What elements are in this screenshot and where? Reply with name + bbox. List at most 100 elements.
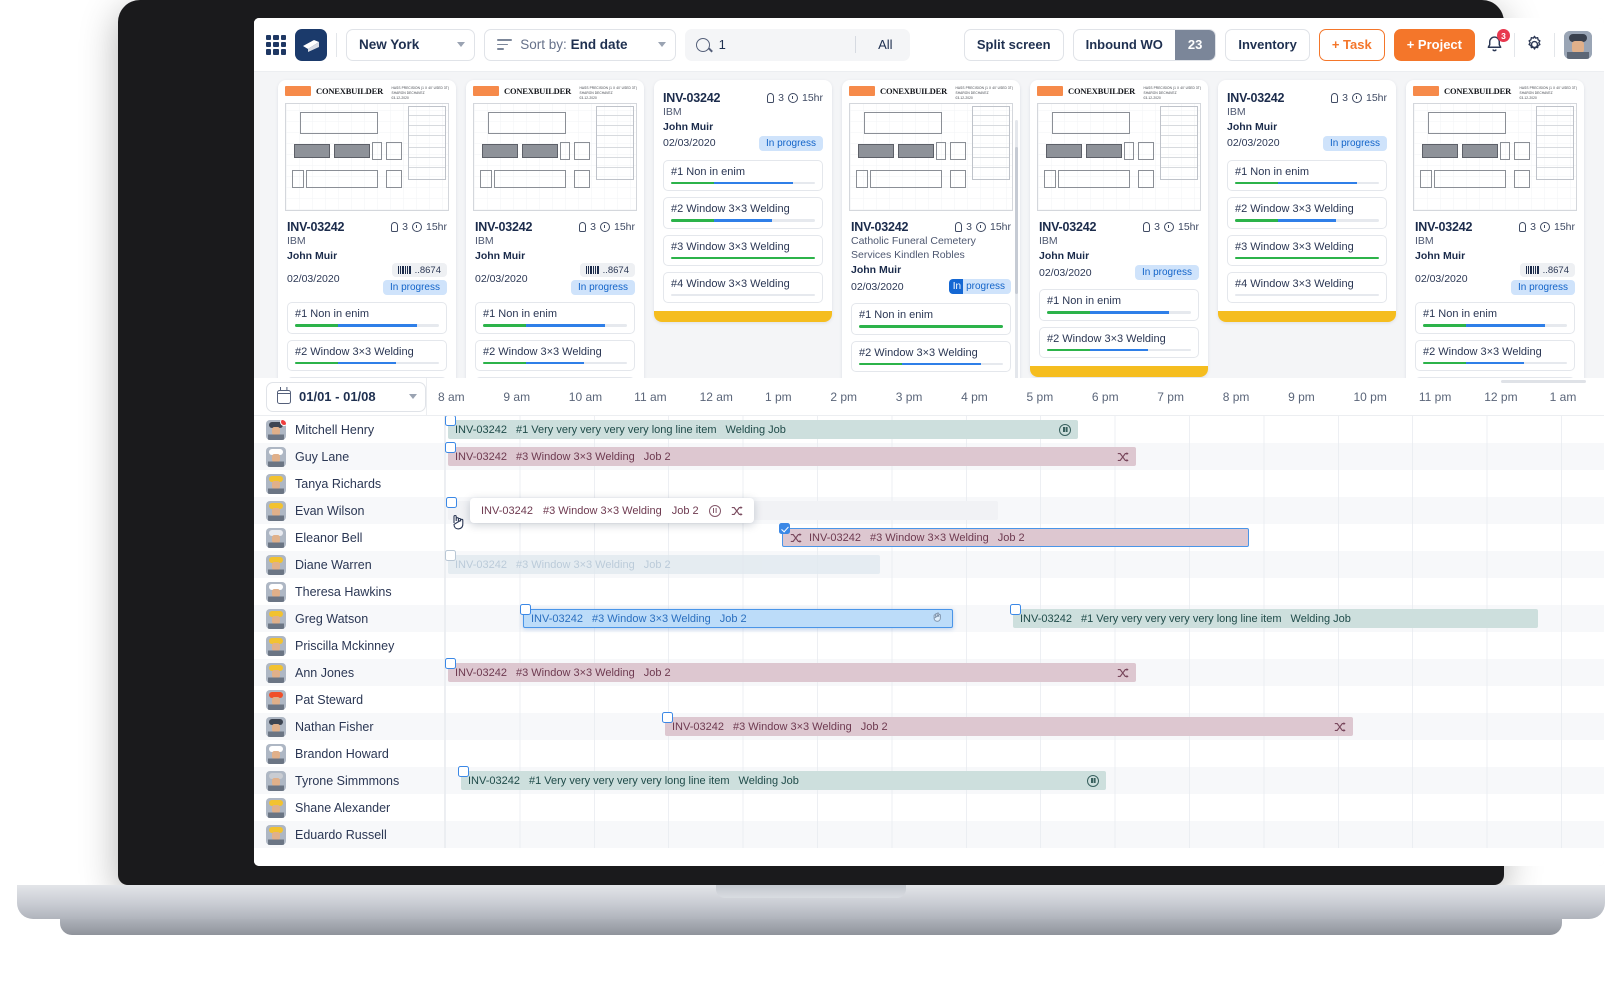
timeline-lane[interactable]	[445, 686, 1604, 713]
timeline-lane[interactable]	[445, 794, 1604, 821]
task-bar[interactable]: INV-03242 #3 Window 3×3 Welding Job 2	[448, 447, 1136, 466]
task-hover-popup[interactable]: INV-03242 #3 Window 3×3 Welding Job 2	[470, 498, 754, 523]
timeline-lane[interactable]	[445, 740, 1604, 767]
grid-apps-icon[interactable]	[266, 34, 286, 55]
operation-item[interactable]: #1 Non in enim	[851, 303, 1011, 335]
operation-item[interactable]: #1 Non in enim	[1039, 289, 1199, 321]
operation-item[interactable]: #1 Non in enim	[287, 302, 447, 334]
card-scrollbar[interactable]	[1015, 120, 1018, 378]
resource-label[interactable]: Priscilla Mckinney	[254, 632, 445, 659]
operation-item[interactable]: #2 Window 3×3 Welding	[663, 197, 823, 229]
task-checkbox[interactable]	[779, 523, 790, 534]
timeline-lane[interactable]: INV-03242 #3 Window 3×3 Welding Job 2	[445, 712, 1604, 740]
date-range-picker[interactable]: 01/01 - 01/08	[266, 381, 426, 412]
resource-label[interactable]: Evan Wilson	[254, 497, 445, 524]
search-box[interactable]: 1 All	[684, 28, 910, 61]
search-input[interactable]: 1	[719, 37, 847, 52]
split-screen-button[interactable]: Split screen	[963, 28, 1064, 61]
resource-label[interactable]: Nathan Fisher	[254, 713, 445, 740]
task-checkbox[interactable]	[458, 766, 469, 777]
barcode-chip[interactable]: ..8674	[1519, 263, 1575, 278]
resource-row[interactable]: Eleanor Bell INV-03242 #3 Window 3×3 Wel…	[254, 523, 1604, 551]
resource-label[interactable]: Eduardo Russell	[254, 821, 445, 848]
resource-label[interactable]: Greg Watson	[254, 605, 445, 632]
resource-row[interactable]: Eduardo Russell	[254, 821, 1604, 848]
project-card[interactable]: CONEXBUILDER HASS PRECISION (1 X 40' USE…	[1030, 80, 1208, 378]
operation-item[interactable]: #4 Window 3×3 Welding	[1227, 272, 1387, 304]
resource-row[interactable]: Ann Jones INV-03242 #3 Window 3×3 Weldin…	[254, 658, 1604, 686]
project-card[interactable]: INV-03242 3 15hr IBM John Muir 02/03/202…	[1218, 80, 1396, 323]
shuffle-icon[interactable]	[1117, 451, 1129, 463]
horizontal-scrollbar[interactable]	[1501, 380, 1586, 383]
gear-icon[interactable]	[1524, 34, 1545, 55]
timeline-lane[interactable]: INV-03242 #1 Very very very very very lo…	[445, 416, 1604, 443]
shuffle-icon[interactable]	[1117, 667, 1129, 679]
resource-row[interactable]: Nathan Fisher INV-03242 #3 Window 3×3 We…	[254, 712, 1604, 740]
operation-item[interactable]: #2 Window 3×3 Welding	[851, 340, 1011, 372]
operation-item[interactable]: #4 Window 3×3 Welding	[663, 272, 823, 304]
resource-row[interactable]: Tyrone Simmmons INV-03242 #1 Very very v…	[254, 766, 1604, 794]
task-bar[interactable]: INV-03242 #3 Window 3×3 Welding Job 2	[448, 663, 1136, 682]
resource-row[interactable]: Guy Lane INV-03242 #3 Window 3×3 Welding…	[254, 442, 1604, 470]
task-checkbox[interactable]	[662, 712, 673, 723]
timeline-lane[interactable]: INV-03242 #3 Window 3×3 Welding Job 2	[445, 442, 1604, 470]
task-bar[interactable]: INV-03242 #3 Window 3×3 Welding Job 2	[523, 609, 953, 628]
task-bar[interactable]: INV-03242 #3 Window 3×3 Welding Job 2	[448, 555, 880, 574]
shuffle-icon[interactable]	[790, 532, 802, 544]
user-avatar[interactable]	[1564, 30, 1592, 59]
operation-item[interactable]: #1 Non in enim	[1227, 159, 1387, 192]
resource-label[interactable]: Tanya Richards	[254, 470, 445, 497]
barcode-chip[interactable]: ..8674	[391, 263, 447, 278]
operation-item[interactable]: #2 Window 3×3 Welding	[1415, 339, 1575, 372]
resource-row[interactable]: Diane Warren INV-03242 #3 Window 3×3 Wel…	[254, 550, 1604, 578]
timeline-lane[interactable]: INV-03242 #3 Window 3×3 Welding Job 2	[445, 523, 1604, 551]
resource-label[interactable]: Eleanor Bell	[254, 524, 445, 551]
project-card-strip[interactable]: CONEXBUILDER HASS PRECISION (1 X 40' USE…	[254, 72, 1604, 378]
add-project-button[interactable]: + Project	[1393, 28, 1475, 61]
pause-icon[interactable]	[1087, 774, 1099, 787]
timeline-lane[interactable]: INV-03242 #3 Window 3×3 Welding Job 2	[445, 497, 1604, 530]
operation-item[interactable]: #2 Window 3×3 Welding	[1039, 326, 1199, 359]
timeline-lane[interactable]	[445, 632, 1604, 659]
timeline-lane[interactable]: INV-03242 #3 Window 3×3 Welding Job 2	[445, 658, 1604, 686]
operation-item[interactable]: #1 Non in enim	[1415, 302, 1575, 334]
operations-list[interactable]: #1 Non in enim #2 Window 3×3 Welding #3 …	[654, 159, 832, 312]
task-bar[interactable]: INV-03242 #3 Window 3×3 Welding Job 2	[665, 717, 1353, 736]
bell-icon[interactable]: 3	[1484, 29, 1510, 55]
resource-rows[interactable]: Mitchell Henry INV-03242 #1 Very very ve…	[254, 416, 1604, 866]
operation-item[interactable]: #1 Non in enim	[663, 159, 823, 192]
resource-label[interactable]: Guy Lane	[254, 443, 445, 470]
resource-label[interactable]: Tyrone Simmmons	[254, 767, 445, 794]
resource-label[interactable]: Diane Warren	[254, 551, 445, 578]
operations-list[interactable]: #1 Non in enim #2 Window 3×3 Welding #3 …	[842, 303, 1020, 378]
resource-row[interactable]: Greg Watson INV-03242 #3 Window 3×3 Weld…	[254, 604, 1604, 632]
operations-list[interactable]: #1 Non in enim #2 Window 3×3 Welding #3 …	[278, 302, 456, 378]
operation-item[interactable]: #3 Window 3×3 Welding	[663, 234, 823, 267]
task-checkbox[interactable]	[445, 550, 456, 561]
shuffle-icon[interactable]	[1334, 721, 1346, 733]
inbound-wo-button[interactable]: Inbound WO 23	[1072, 28, 1217, 61]
operation-item[interactable]: #2 Window 3×3 Welding	[287, 339, 447, 372]
task-checkbox[interactable]	[445, 442, 456, 453]
resource-row[interactable]: Shane Alexander	[254, 794, 1604, 821]
task-checkbox[interactable]	[445, 658, 456, 669]
timeline-lane[interactable]	[445, 578, 1604, 605]
operation-item[interactable]: #1 Non in enim	[475, 302, 635, 334]
task-bar[interactable]: INV-03242 #1 Very very very very very lo…	[1013, 609, 1538, 628]
task-checkbox[interactable]	[445, 416, 456, 426]
timeline-lane[interactable]: INV-03242 #1 Very very very very very lo…	[445, 766, 1604, 794]
inventory-button[interactable]: Inventory	[1225, 28, 1310, 61]
operation-item[interactable]: #3 Window 3×3 Welding	[1227, 234, 1387, 267]
resource-label[interactable]: Mitchell Henry	[254, 416, 445, 443]
resource-label[interactable]: Ann Jones	[254, 659, 445, 686]
resource-label[interactable]: Shane Alexander	[254, 794, 445, 821]
project-card[interactable]: INV-03242 3 15hr IBM John Muir 02/03/202…	[654, 80, 832, 323]
project-card[interactable]: CONEXBUILDER HASS PRECISION (1 X 40' USE…	[1406, 80, 1584, 378]
timeline-lane[interactable]: INV-03242 #3 Window 3×3 Welding Job 2 IN…	[445, 604, 1604, 632]
task-bar[interactable]: INV-03242 #1 Very very very very very lo…	[448, 420, 1078, 439]
barcode-chip[interactable]: ..8674	[579, 263, 635, 278]
task-checkbox[interactable]	[520, 604, 531, 615]
project-card[interactable]: CONEXBUILDER HASS PRECISION (1 X 40' USE…	[466, 80, 644, 378]
operation-item[interactable]: #2 Window 3×3 Welding	[475, 339, 635, 372]
task-checkbox[interactable]	[1010, 604, 1021, 615]
